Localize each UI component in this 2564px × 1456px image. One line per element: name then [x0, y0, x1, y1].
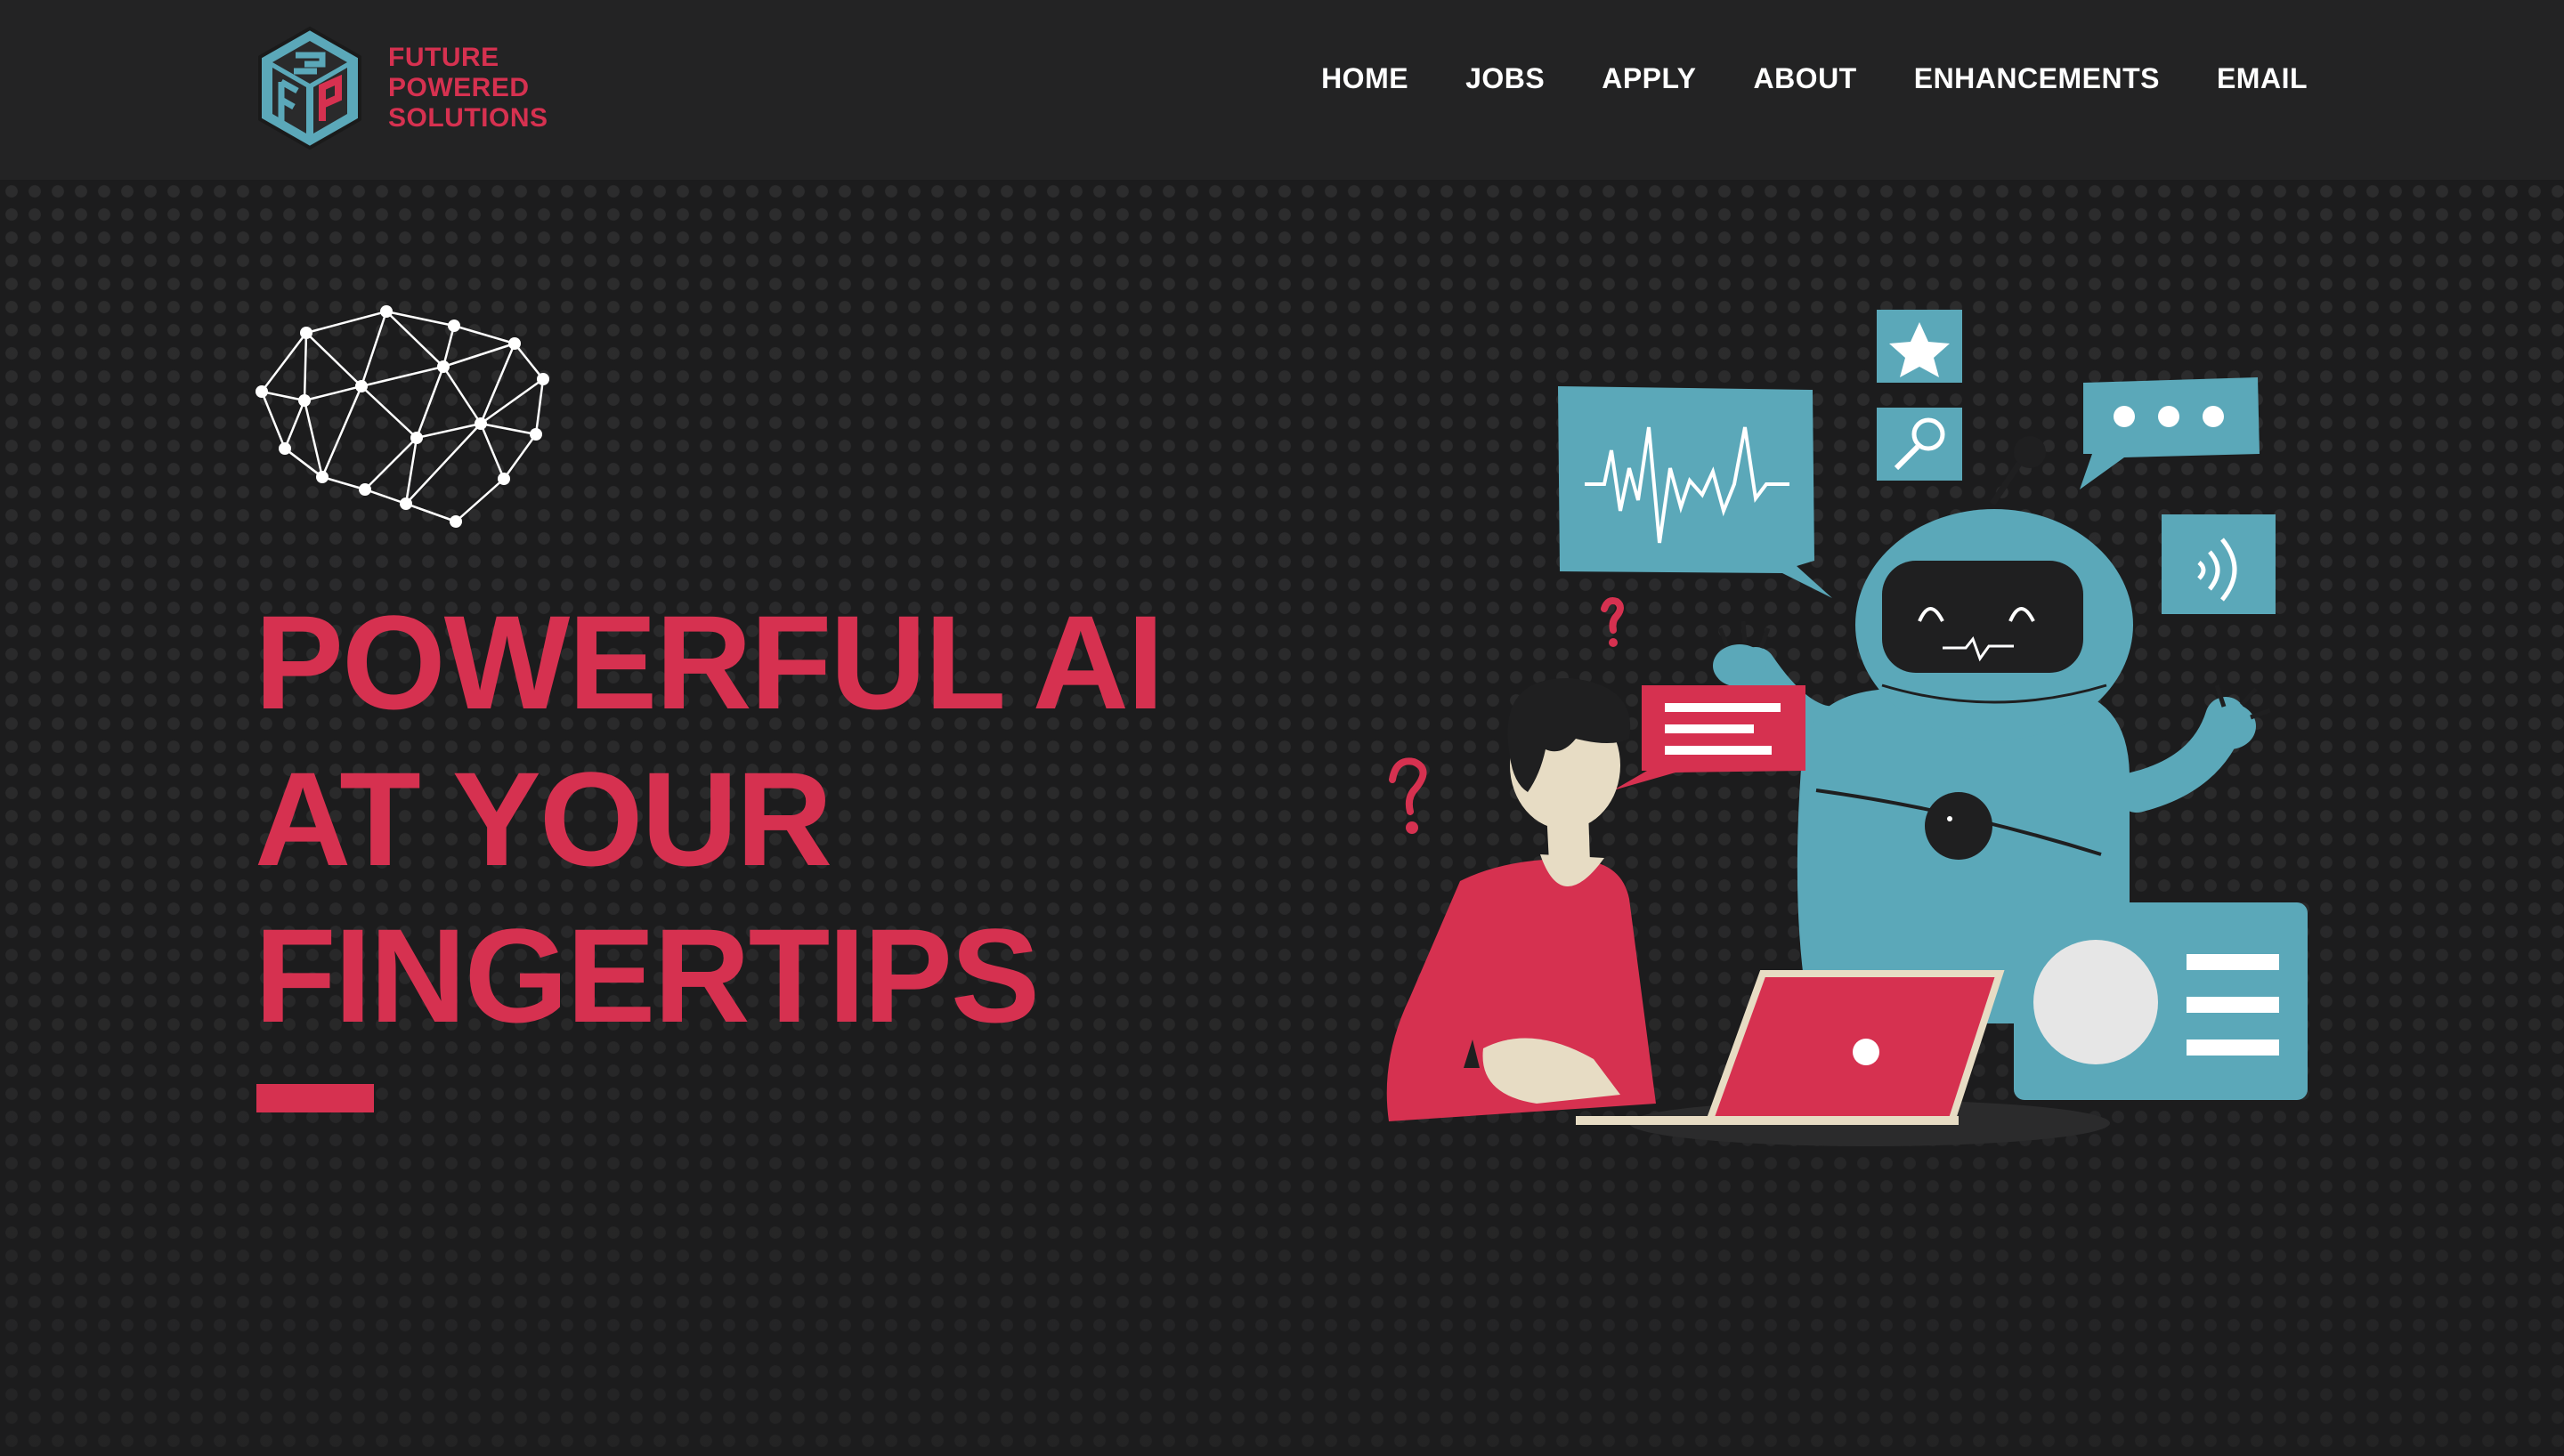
brand-name-line-1: FUTURE [388, 43, 499, 72]
brand-name-line-2: POWERED [388, 73, 530, 102]
nav-about-link[interactable]: ABOUT [1753, 62, 1856, 95]
waveform-bubble [1558, 386, 1832, 598]
headline-line-3: FINGERTIPS [255, 901, 1040, 1050]
profile-card [2014, 902, 2308, 1100]
sound-badge [2162, 514, 2276, 614]
message-bubble [1613, 685, 1805, 790]
person [1386, 677, 1656, 1121]
headline-line-1: POWERFUL AI [255, 587, 1164, 737]
cube-fps-logo-icon [258, 26, 361, 150]
site-header: FUTURE POWERED SOLUTIONS HOME JOBS APPLY… [0, 0, 2564, 180]
chat-dots-bubble [2080, 377, 2260, 489]
brand-logo[interactable]: FUTURE POWERED SOLUTIONS [255, 25, 548, 151]
main-nav: HOME JOBS APPLY ABOUT ENHANCEMENTS EMAIL [1321, 62, 2308, 95]
star-badge [1877, 310, 1962, 383]
person-with-laptop-and-robot-illustration [1386, 310, 2308, 1146]
headline-accent-bar [256, 1084, 374, 1112]
nav-home-link[interactable]: HOME [1321, 62, 1408, 95]
search-badge [1877, 408, 1962, 481]
brand-name: FUTURE POWERED SOLUTIONS [388, 43, 548, 133]
hero-headline: POWERFUL AI AT YOUR FINGERTIPS [255, 584, 1164, 1054]
nav-email-link[interactable]: EMAIL [2217, 62, 2308, 95]
nav-jobs-link[interactable]: JOBS [1465, 62, 1545, 95]
nav-enhancements-link[interactable]: ENHANCEMENTS [1914, 62, 2160, 95]
headline-line-2: AT YOUR [255, 744, 832, 894]
nav-apply-link[interactable]: APPLY [1602, 62, 1696, 95]
brand-name-line-3: SOLUTIONS [388, 103, 548, 133]
neural-brain-icon [256, 305, 549, 528]
